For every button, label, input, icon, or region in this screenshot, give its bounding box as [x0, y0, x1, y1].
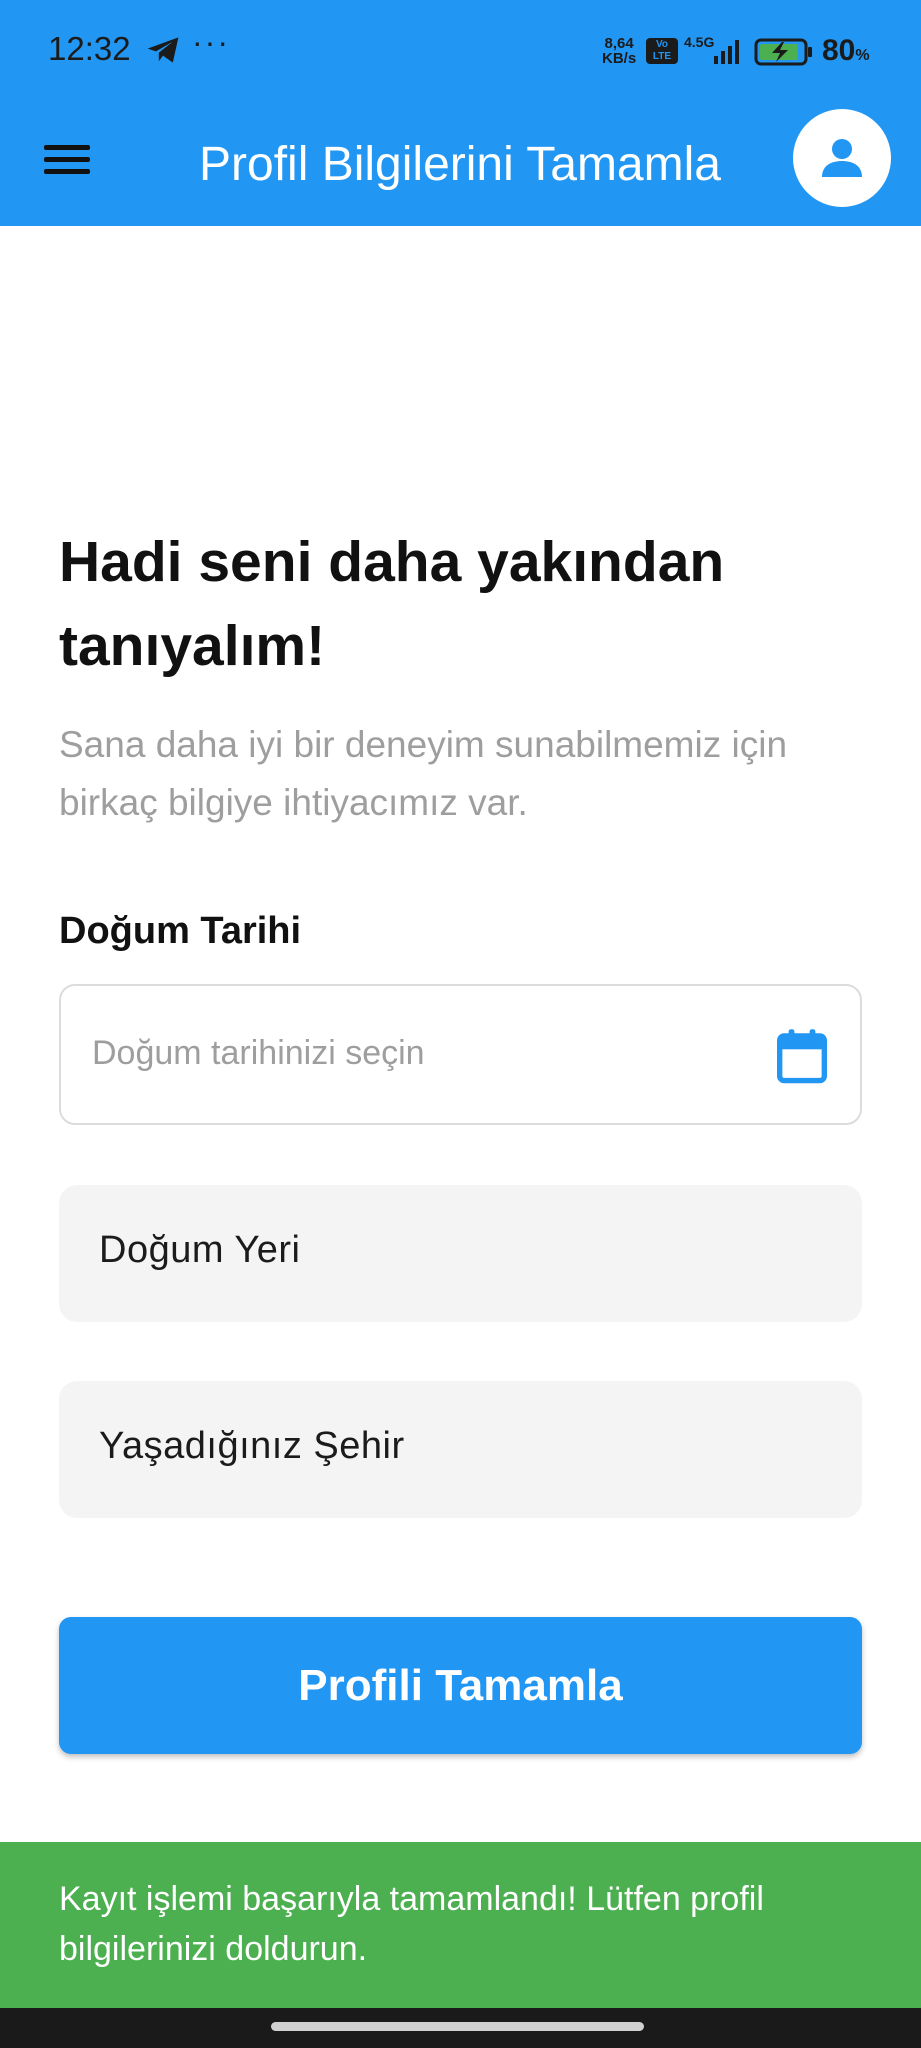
birth-place-field[interactable]: Doğum Yeri	[59, 1185, 862, 1322]
status-bar: 12:32 ··· 8,64 KB/s Vo LTE 4.5G 80%	[0, 0, 921, 104]
birth-date-picker[interactable]: Doğum tarihinizi seçin	[59, 984, 862, 1125]
birth-place-placeholder: Doğum Yeri	[99, 1229, 301, 1271]
network-type: 4.5G	[684, 34, 715, 50]
success-snackbar: Kayıt işlemi başarıyla tamamlandı! Lütfe…	[0, 1842, 921, 2008]
app-bar: Profil Bilgilerini Tamamla	[0, 104, 921, 226]
complete-profile-button[interactable]: Profili Tamamla	[59, 1617, 862, 1754]
telegram-icon	[147, 37, 179, 63]
birth-date-placeholder: Doğum tarihinizi seçin	[92, 1034, 425, 1072]
battery-percent-sign: %	[855, 47, 870, 64]
status-time: 12:32	[48, 30, 131, 67]
network-speed-value: 8,64	[604, 35, 634, 52]
person-icon	[822, 139, 862, 177]
system-nav-bar	[0, 2008, 921, 2048]
snackbar-message: Kayıt işlemi başarıyla tamamlandı! Lütfe…	[59, 1880, 764, 1968]
battery-percent: 80%	[822, 34, 870, 68]
city-field[interactable]: Yaşadığınız Şehir	[59, 1381, 862, 1518]
more-notifications-icon: ···	[192, 24, 230, 60]
hamburger-menu-icon[interactable]	[44, 140, 94, 190]
city-placeholder: Yaşadığınız Şehir	[99, 1425, 405, 1467]
birth-date-label: Doğum Tarihi	[59, 910, 302, 952]
home-gesture-handle[interactable]	[271, 2022, 644, 2031]
welcome-subtitle: Sana daha iyi bir deneyim sunabilmemiz i…	[59, 724, 788, 823]
network-speed: 8,64 KB/s	[602, 36, 636, 66]
signal-strength-icon	[714, 40, 739, 64]
page-title: Profil Bilgilerini Tamamla	[199, 138, 721, 191]
profile-button[interactable]	[793, 109, 891, 207]
battery-charging-icon	[754, 38, 812, 66]
calendar-icon[interactable]	[775, 1027, 829, 1085]
welcome-heading: Hadi seni daha yakından tanıyalım!	[59, 530, 725, 678]
battery-percent-value: 80	[822, 34, 856, 67]
volte-icon: Vo LTE	[646, 38, 678, 64]
network-speed-unit: KB/s	[602, 50, 637, 67]
